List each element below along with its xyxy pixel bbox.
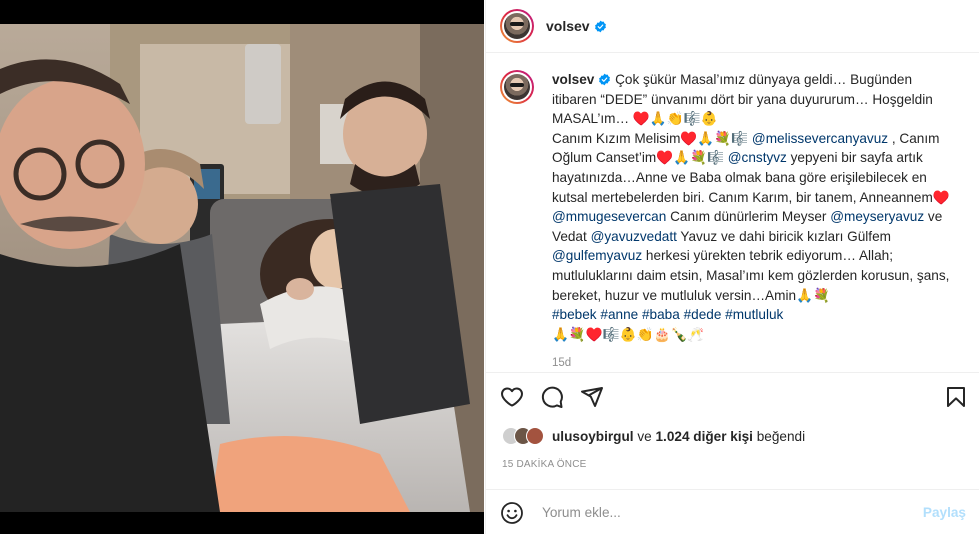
bookmark-icon[interactable]: [944, 385, 968, 409]
hashtag-link[interactable]: #baba: [642, 307, 680, 322]
liker-username[interactable]: ulusoybirgul: [552, 429, 634, 444]
mention-link[interactable]: @gulfemyavuz: [552, 248, 642, 263]
caption-text: volsev Çok şükür Masal’ımız dünyaya geld…: [552, 70, 958, 372]
share-icon[interactable]: [580, 385, 604, 409]
post-media-pane: [0, 0, 484, 534]
emoji-icon[interactable]: [500, 501, 524, 525]
verified-badge-icon: [599, 73, 611, 86]
comment-input[interactable]: [542, 505, 923, 520]
comment-bar: Paylaş: [486, 489, 979, 534]
likes-suffix: beğendi: [752, 428, 806, 444]
caption-author-avatar[interactable]: [500, 70, 534, 104]
hashtag-link[interactable]: #anne: [600, 307, 638, 322]
verified-badge-icon: [594, 20, 606, 32]
hashtag-link[interactable]: #mutluluk: [725, 307, 783, 322]
caption-body-2: Canım Kızım Melisim♥️🙏💐🎼: [552, 130, 752, 146]
hashtag-link[interactable]: #dede: [684, 307, 722, 322]
author-avatar[interactable]: [500, 9, 534, 43]
likes-count-link[interactable]: 1.024 diğer kişi: [655, 429, 752, 444]
caption-timestamp[interactable]: 15d: [552, 354, 958, 372]
post-side-panel: volsev volsev Çok şükür Masal’ımız dünya…: [485, 0, 979, 534]
hospital-family-photo: [0, 24, 484, 512]
mention-link[interactable]: @meyseryavuz: [830, 209, 924, 224]
action-bar: [500, 385, 604, 409]
comment-icon[interactable]: [540, 385, 564, 409]
caption-body-7: Yavuz ve dahi biricik kızları Gülfem: [676, 228, 891, 244]
post-comment-button[interactable]: Paylaş: [923, 505, 966, 520]
liker-avatars: [502, 427, 544, 445]
post-header: volsev: [486, 0, 979, 53]
liker-avatar: [526, 427, 544, 445]
post-photo[interactable]: [0, 24, 484, 512]
mention-link[interactable]: @mmugesevercan: [552, 209, 666, 224]
mention-link[interactable]: @cnstyvz: [728, 150, 787, 165]
post-actions-section: ulusoybirgul ve 1.024 diğer kişi beğendi…: [486, 372, 979, 534]
likes-conjunction: ve: [633, 428, 656, 444]
caption-area: volsev Çok şükür Masal’ımız dünyaya geld…: [486, 54, 979, 372]
mention-link[interactable]: @yavuzvedatt: [591, 229, 677, 244]
author-username[interactable]: volsev: [546, 18, 590, 34]
mention-link[interactable]: @melissevercanyavuz: [752, 131, 888, 146]
caption-username[interactable]: volsev: [552, 72, 594, 87]
likes-summary: ulusoybirgul ve 1.024 diğer kişi beğendi: [502, 427, 805, 445]
caption-body-5: Canım dünürlerim Meyser: [666, 209, 831, 225]
caption-emoji-line: 🙏💐♥️🎼👶👏🎂🍾🥂: [552, 326, 705, 342]
hashtag-link[interactable]: #bebek: [552, 307, 597, 322]
heart-icon[interactable]: [500, 385, 524, 409]
post-timestamp[interactable]: 15 DAKİKA ÖNCE: [502, 459, 587, 470]
